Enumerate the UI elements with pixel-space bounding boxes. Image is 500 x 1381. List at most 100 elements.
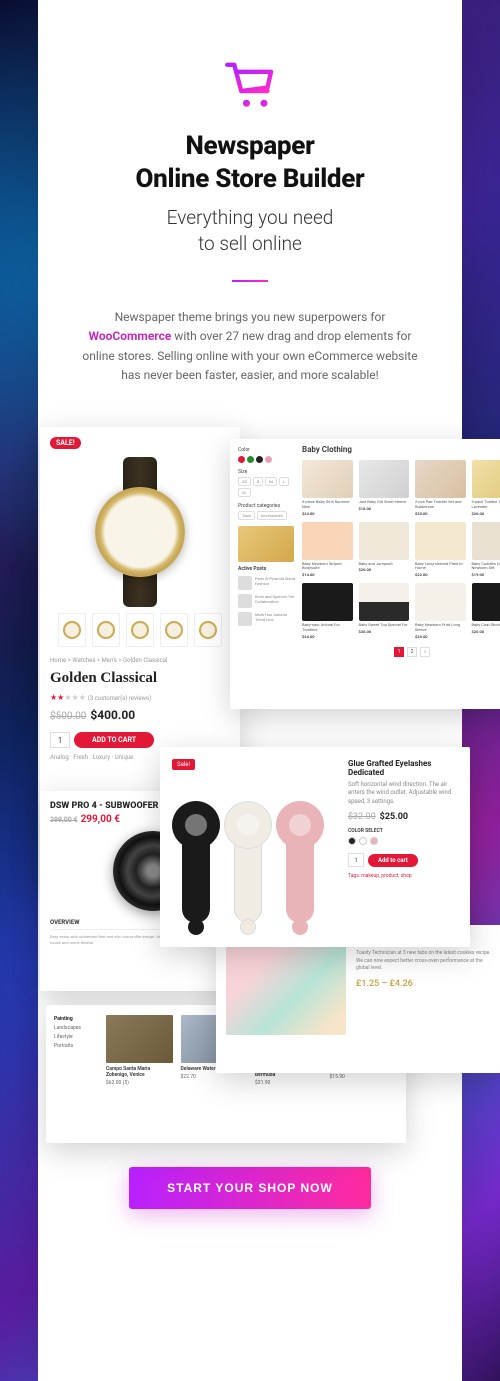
sale-badge: SALE! bbox=[50, 437, 81, 449]
page-2[interactable]: 2 bbox=[407, 647, 417, 657]
review-count: (3 customer(s) reviews) bbox=[88, 695, 151, 702]
size-chip[interactable]: L bbox=[279, 477, 289, 486]
grid-item[interactable]: Baby Newborn Striped Bodysuite$14.00 bbox=[302, 522, 353, 578]
painting-item[interactable]: Campo Santa Maria Zobenigo, Venice$62.00… bbox=[106, 1015, 173, 1086]
start-shop-button[interactable]: START YOUR SHOP NOW bbox=[129, 1167, 371, 1209]
sub-new-price: 299,00 € bbox=[81, 814, 120, 825]
woocommerce-highlight: WooCommerce bbox=[89, 329, 172, 343]
watch-image bbox=[75, 457, 205, 607]
category-label: Product categories bbox=[238, 503, 296, 509]
thumb[interactable] bbox=[160, 613, 188, 647]
hero-description: Newspaper theme brings you new superpowe… bbox=[68, 308, 432, 385]
hero-subtitle: Everything you need to sell online bbox=[167, 205, 334, 256]
product-title: Golden Classical bbox=[50, 670, 230, 687]
post-text: Rock and Spencer Tee Collaboration bbox=[255, 594, 296, 608]
cat-item[interactable]: Portraits bbox=[54, 1042, 81, 1051]
product-grid: 3-piece Baby Girls Summer New$24.00 Just… bbox=[302, 460, 500, 639]
color-label: Color bbox=[238, 447, 296, 453]
grid-item[interactable]: Baby Sweet Top Special For$30.00 bbox=[359, 583, 410, 639]
cat-item[interactable]: Lifestyle bbox=[54, 1033, 81, 1042]
cart-icon bbox=[222, 56, 278, 112]
grid-item[interactable]: Baby Coat Short-sleeve$20.00 bbox=[472, 583, 500, 639]
grid-item[interactable]: 4-pack Toddler Girl Plaid Lavender$26.00 bbox=[472, 460, 500, 516]
grid-item[interactable]: 3-piece Baby Girls Summer New$24.00 bbox=[302, 460, 353, 516]
add-to-cart-button[interactable]: Add to cart bbox=[368, 854, 418, 867]
grid-item[interactable]: Baby and Jumpsuit$20.00 bbox=[359, 522, 410, 578]
thumb[interactable] bbox=[92, 613, 120, 647]
thumb[interactable] bbox=[194, 613, 222, 647]
tile-product-grid: Color Size XSSML XL Product categories To… bbox=[230, 439, 500, 709]
size-chip[interactable]: XL bbox=[238, 488, 251, 497]
post-text: Paris El-Pyramid Sierra Fashion bbox=[255, 576, 296, 590]
thumb[interactable] bbox=[58, 613, 86, 647]
grid-title: Baby Clothing bbox=[302, 445, 500, 454]
color-select-label: COLOR SELECT bbox=[348, 828, 458, 834]
quantity-input[interactable]: 1 bbox=[348, 853, 364, 867]
swatch-black[interactable] bbox=[256, 456, 263, 463]
fan-title: Glue Grafted Eyelashes Dedicated bbox=[348, 759, 458, 777]
grid-item[interactable]: Just Baby Girl Short-sleeve$18.00 bbox=[359, 460, 410, 516]
cat-chip[interactable]: Accessories bbox=[257, 511, 287, 520]
fan-black bbox=[172, 801, 220, 935]
add-to-cart-button[interactable]: ADD TO CART bbox=[74, 732, 154, 748]
filter-sidebar: Color Size XSSML XL Product categories To… bbox=[238, 447, 296, 626]
hero-title: Newspaper Online Store Builder bbox=[136, 130, 365, 195]
sidebar-title: Active Posts bbox=[238, 566, 296, 572]
grid-item[interactable]: Baby Long-sleeved Plaid In-Home$22.00 bbox=[415, 522, 466, 578]
cat-item[interactable]: Landscapes bbox=[54, 1024, 81, 1033]
fan-tags: Tags: makeup, product, shop bbox=[348, 873, 458, 879]
desc-pre: Newspaper theme brings you new superpowe… bbox=[115, 310, 386, 324]
breadcrumb[interactable]: Home > Watches > Men's > Golden Classica… bbox=[50, 657, 230, 664]
swatch-black[interactable] bbox=[348, 837, 356, 845]
title-line2: Online Store Builder bbox=[136, 164, 365, 194]
fan-pink bbox=[276, 801, 324, 935]
fan-white bbox=[224, 801, 272, 935]
meringue-price: £1.25 – £4.26 bbox=[356, 979, 492, 989]
sidebar-banner[interactable] bbox=[238, 526, 294, 562]
screenshot-collage: SALE! Home > Watches > Men's > Golden Cl… bbox=[68, 427, 432, 1167]
fan-price-new: $25.00 bbox=[380, 812, 408, 822]
size-label: Size bbox=[238, 469, 296, 475]
watch-thumbnails bbox=[50, 613, 230, 647]
painting-categories: Painting Landscapes Lifestyle Portraits bbox=[54, 1015, 81, 1051]
sub-old-price: 399,00 € bbox=[50, 816, 78, 824]
grid-item[interactable]: Baby Cuddles Cute Newborn Set$19.00 bbox=[472, 522, 500, 578]
fan-price: $32.00 $25.00 bbox=[348, 812, 458, 822]
swatch-red[interactable] bbox=[238, 456, 245, 463]
fan-images: Sale! bbox=[172, 759, 336, 935]
fan-description: Soft horizontal wind direction. The air … bbox=[348, 781, 458, 806]
size-chip[interactable]: XS bbox=[238, 477, 251, 486]
post-thumb[interactable] bbox=[238, 612, 252, 626]
page-next[interactable]: › bbox=[420, 647, 430, 657]
title-line1: Newspaper bbox=[186, 131, 315, 161]
size-chip[interactable]: S bbox=[253, 477, 263, 486]
fan-price-old: $32.00 bbox=[348, 812, 376, 822]
swatch-pink[interactable] bbox=[370, 837, 378, 845]
grid-item[interactable]: 2-pcs Pair Toddler Set and Rubberson$30.… bbox=[415, 460, 466, 516]
main-panel: Newspaper Online Store Builder Everythin… bbox=[38, 0, 462, 1381]
size-chip[interactable]: M bbox=[265, 477, 277, 486]
tile-meringue: Meringue Toasty Technician at 3 new tabs… bbox=[216, 925, 500, 1073]
page-1[interactable]: 1 bbox=[394, 647, 404, 657]
grid-item[interactable]: Baby Newborn Print Long Sleeve$26.00 bbox=[415, 583, 466, 639]
price-old: $500.00 bbox=[50, 711, 86, 722]
thumb[interactable] bbox=[126, 613, 154, 647]
price-new: $400.00 bbox=[90, 708, 135, 722]
post-text: Multi-Hue Autumn Trend Line bbox=[255, 612, 296, 626]
swatch-white[interactable] bbox=[359, 837, 367, 845]
post-thumb[interactable] bbox=[238, 576, 252, 590]
star-rating: ★★★★★ (3 customer(s) reviews) bbox=[50, 693, 230, 702]
divider bbox=[232, 280, 268, 282]
tile-fan-product: Sale! Glue Grafted Eyelashes Dedicated S… bbox=[160, 747, 470, 947]
subtitle-line2: to sell online bbox=[198, 232, 302, 255]
quantity-input[interactable]: 1 bbox=[50, 732, 70, 748]
swatch-green[interactable] bbox=[247, 456, 254, 463]
post-thumb[interactable] bbox=[238, 594, 252, 608]
cat-chip[interactable]: Tops bbox=[238, 511, 255, 520]
grid-item[interactable]: Baby-saur Animal For Toddlers$24.00 bbox=[302, 583, 353, 639]
swatch-pink[interactable] bbox=[265, 456, 272, 463]
subtitle-line1: Everything you need bbox=[167, 206, 334, 229]
product-price: $500.00 $400.00 bbox=[50, 708, 230, 722]
meringue-text: Toasty Technician at 3 new tabs on the l… bbox=[356, 950, 492, 973]
cat-item[interactable]: Painting bbox=[54, 1015, 81, 1024]
